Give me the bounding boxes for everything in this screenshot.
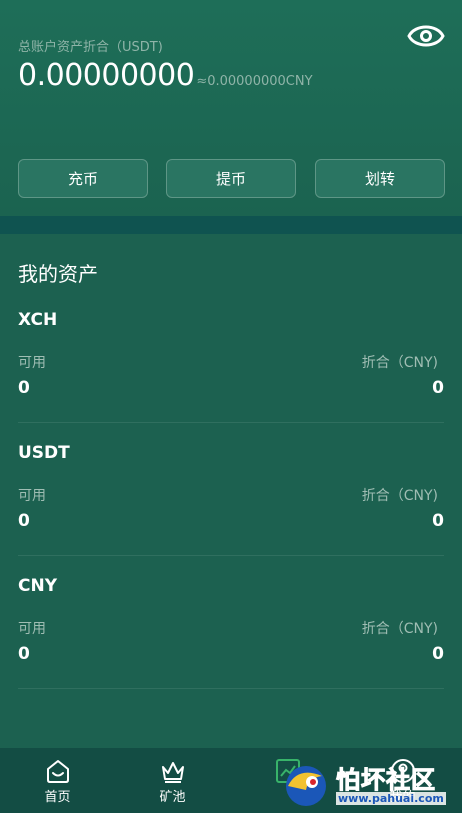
- tab-home-label: 首页: [44, 790, 71, 805]
- asset-item-xch[interactable]: XCH 可用 折合（CNY) 0 0: [0, 310, 462, 443]
- converted-value: 0: [432, 378, 444, 398]
- available-label: 可用: [18, 355, 46, 371]
- total-assets-value: 0.00000000: [18, 58, 195, 93]
- available-label: 可用: [18, 488, 46, 504]
- watermark-text: 怕坏社区: [336, 765, 436, 795]
- tab-pool[interactable]: 矿池: [115, 748, 230, 813]
- total-assets-cny: ≈0.00000000CNY: [196, 74, 313, 89]
- total-assets-row: 0.00000000 ≈0.00000000CNY: [18, 58, 313, 93]
- eye-icon[interactable]: [406, 18, 446, 54]
- convert-label: 折合（CNY): [361, 355, 438, 371]
- recharge-button[interactable]: 充币: [18, 159, 148, 198]
- crown-icon: [161, 762, 184, 783]
- asset-name: USDT: [18, 443, 70, 463]
- asset-header: 总账户资产折合（USDT) 0.00000000 ≈0.00000000CNY …: [0, 0, 462, 216]
- asset-item-usdt[interactable]: USDT 可用 折合（CNY) 0 0: [0, 443, 462, 576]
- tab-pool-label: 矿池: [159, 790, 186, 805]
- asset-item-cny[interactable]: CNY 可用 折合（CNY) 0 0: [0, 576, 462, 709]
- home-icon: [46, 760, 69, 783]
- section-separator: [0, 216, 462, 234]
- converted-value: 0: [432, 644, 444, 664]
- transfer-button[interactable]: 划转: [315, 159, 445, 198]
- divider: [18, 555, 444, 556]
- asset-name: XCH: [18, 310, 58, 330]
- convert-label: 折合（CNY): [361, 621, 438, 637]
- my-assets-title: 我的资产: [18, 262, 98, 286]
- available-value: 0: [18, 511, 30, 531]
- my-assets-section: 我的资产 XCH 可用 折合（CNY) 0 0 USDT 可用 折合（CNY) …: [0, 234, 462, 748]
- divider: [18, 688, 444, 689]
- divider: [18, 422, 444, 423]
- watermark: 怕坏社区 www.pahuai.com: [278, 756, 462, 813]
- asset-name: CNY: [18, 576, 58, 596]
- converted-value: 0: [432, 511, 444, 531]
- tab-home[interactable]: 首页: [0, 748, 115, 813]
- convert-label: 折合（CNY): [361, 488, 438, 504]
- available-label: 可用: [18, 621, 46, 637]
- withdraw-button[interactable]: 提币: [166, 159, 296, 198]
- available-value: 0: [18, 644, 30, 664]
- watermark-url: www.pahuai.com: [336, 792, 446, 805]
- total-assets-label: 总账户资产折合（USDT): [18, 40, 163, 55]
- available-value: 0: [18, 378, 30, 398]
- watermark-logo-icon: [286, 766, 326, 806]
